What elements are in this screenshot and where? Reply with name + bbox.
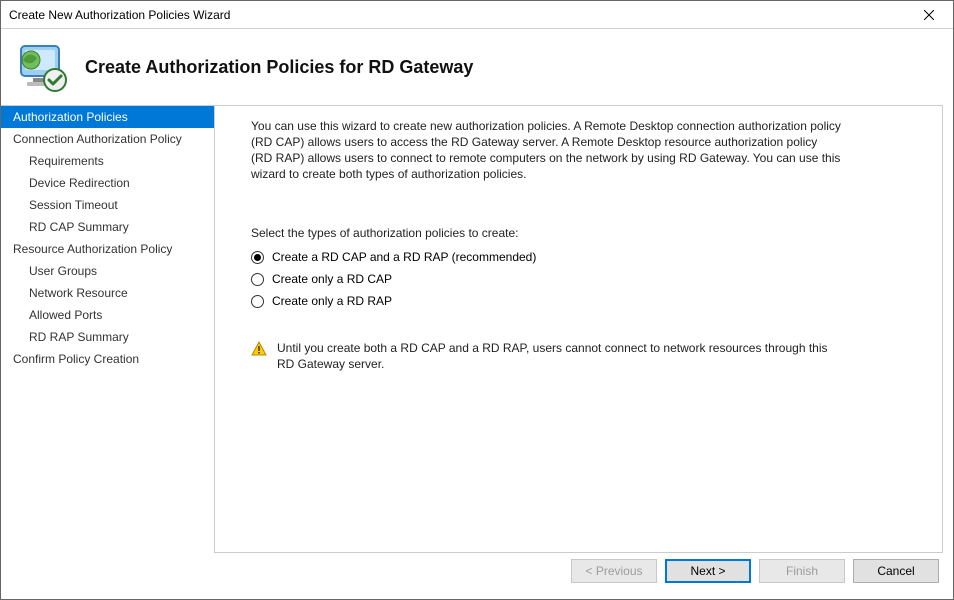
sidebar-item[interactable]: User Groups xyxy=(1,260,214,282)
policy-type-radio-group: Create a RD CAP and a RD RAP (recommende… xyxy=(251,246,906,312)
radio-option[interactable]: Create a RD CAP and a RD RAP (recommende… xyxy=(251,246,906,268)
sidebar-item[interactable]: RD RAP Summary xyxy=(1,326,214,348)
warning-block: Until you create both a RD CAP and a RD … xyxy=(251,340,831,372)
radio-label: Create a RD CAP and a RD RAP (recommende… xyxy=(272,250,536,264)
sidebar-item-label: User Groups xyxy=(29,264,97,278)
sidebar-item[interactable]: Device Redirection xyxy=(1,172,214,194)
close-icon xyxy=(924,10,934,20)
sidebar-item-label: Network Resource xyxy=(29,286,128,300)
sidebar-item[interactable]: Confirm Policy Creation xyxy=(1,348,214,370)
select-types-label: Select the types of authorization polici… xyxy=(251,226,906,240)
sidebar-item[interactable]: Requirements xyxy=(1,150,214,172)
warning-icon xyxy=(251,341,267,357)
sidebar-item[interactable]: Authorization Policies xyxy=(1,106,214,128)
close-button[interactable] xyxy=(909,2,949,28)
wizard-content: You can use this wizard to create new au… xyxy=(214,105,943,553)
sidebar-item[interactable]: RD CAP Summary xyxy=(1,216,214,238)
titlebar: Create New Authorization Policies Wizard xyxy=(1,1,953,29)
radio-option[interactable]: Create only a RD CAP xyxy=(251,268,906,290)
sidebar-item-label: RD RAP Summary xyxy=(29,330,129,344)
next-button[interactable]: Next > xyxy=(665,559,751,583)
sidebar-item-label: Authorization Policies xyxy=(13,110,128,124)
radio-indicator xyxy=(251,251,264,264)
radio-indicator xyxy=(251,273,264,286)
sidebar-item-label: RD CAP Summary xyxy=(29,220,129,234)
window-title: Create New Authorization Policies Wizard xyxy=(9,8,230,22)
finish-button[interactable]: Finish xyxy=(759,559,845,583)
sidebar-item[interactable]: Allowed Ports xyxy=(1,304,214,326)
sidebar-item-label: Session Timeout xyxy=(29,198,118,212)
sidebar-item-label: Confirm Policy Creation xyxy=(13,352,139,366)
sidebar-item[interactable]: Resource Authorization Policy xyxy=(1,238,214,260)
sidebar-item[interactable]: Session Timeout xyxy=(1,194,214,216)
wizard-sidebar: Authorization Policies Connection Authori… xyxy=(1,105,214,553)
wizard-body: Authorization Policies Connection Authori… xyxy=(1,105,953,553)
sidebar-item-label: Allowed Ports xyxy=(29,308,102,322)
previous-button[interactable]: < Previous xyxy=(571,559,657,583)
radio-label: Create only a RD RAP xyxy=(272,294,392,308)
warning-text: Until you create both a RD CAP and a RD … xyxy=(277,340,831,372)
rd-gateway-icon xyxy=(15,40,69,94)
sidebar-item-label: Resource Authorization Policy xyxy=(13,242,172,256)
cancel-button[interactable]: Cancel xyxy=(853,559,939,583)
header-icon xyxy=(15,40,69,94)
sidebar-item[interactable]: Connection Authorization Policy xyxy=(1,128,214,150)
sidebar-item-label: Connection Authorization Policy xyxy=(13,132,182,146)
radio-label: Create only a RD CAP xyxy=(272,272,392,286)
sidebar-item-label: Requirements xyxy=(29,154,104,168)
wizard-footer: < Previous Next > Finish Cancel xyxy=(1,553,953,599)
sidebar-item[interactable]: Network Resource xyxy=(1,282,214,304)
wizard-window: Create New Authorization Policies Wizard… xyxy=(0,0,954,600)
radio-indicator xyxy=(251,295,264,308)
intro-text: You can use this wizard to create new au… xyxy=(251,118,841,182)
radio-option[interactable]: Create only a RD RAP xyxy=(251,290,906,312)
wizard-header: Create Authorization Policies for RD Gat… xyxy=(1,29,953,105)
sidebar-item-label: Device Redirection xyxy=(29,176,130,190)
page-title: Create Authorization Policies for RD Gat… xyxy=(85,57,473,78)
